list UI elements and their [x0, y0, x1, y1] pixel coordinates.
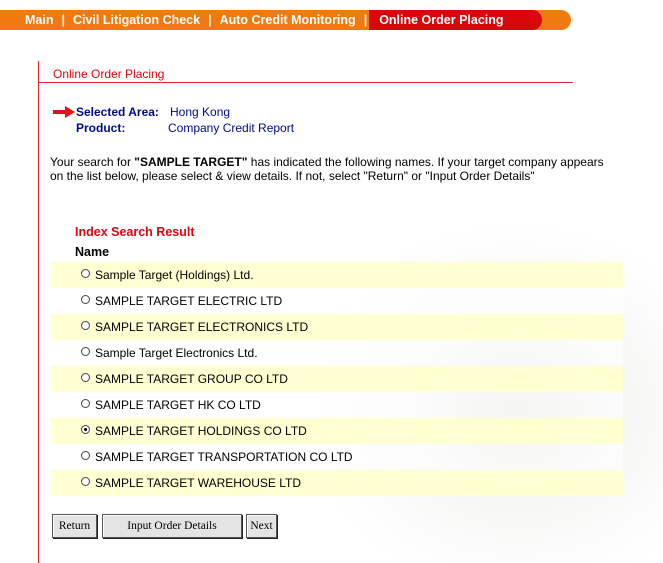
selected-area-value: Hong Kong	[170, 105, 231, 119]
result-name: Sample Target (Holdings) Ltd.	[95, 268, 254, 282]
intro-prefix: Your search for	[50, 155, 135, 169]
result-row[interactable]: Sample Target Electronics Ltd.	[51, 340, 623, 366]
nav-separator: |	[363, 13, 368, 27]
search-query: "SAMPLE TARGET"	[134, 155, 248, 169]
product-value: Company Credit Report	[168, 121, 295, 135]
nav-auto-credit-monitoring[interactable]: Auto Credit Monitoring	[212, 13, 364, 27]
section-title-rule	[38, 82, 573, 83]
result-name: SAMPLE TARGET GROUP CO LTD	[95, 372, 288, 386]
section-left-rule	[38, 61, 39, 563]
result-radio[interactable]	[81, 372, 90, 382]
results-list: Sample Target (Holdings) Ltd. SAMPLE TAR…	[51, 262, 623, 496]
result-row[interactable]: SAMPLE TARGET ELECTRIC LTD	[51, 288, 623, 314]
result-name: SAMPLE TARGET ELECTRIC LTD	[95, 294, 283, 308]
result-name: SAMPLE TARGET TRANSPORTATION CO LTD	[95, 450, 353, 464]
product-label: Product:	[76, 121, 126, 135]
next-button[interactable]: Next	[246, 514, 277, 538]
result-name: SAMPLE TARGET WAREHOUSE LTD	[95, 476, 302, 490]
nav-main[interactable]: Main	[0, 13, 61, 27]
result-name: SAMPLE TARGET HOLDINGS CO LTD	[95, 424, 307, 438]
result-row[interactable]: SAMPLE TARGET TRANSPORTATION CO LTD	[51, 444, 623, 470]
result-radio[interactable]	[81, 346, 90, 356]
result-radio[interactable]	[81, 294, 90, 304]
arrow-right-icon	[53, 106, 75, 118]
result-row[interactable]: SAMPLE TARGET GROUP CO LTD	[51, 366, 623, 392]
result-name: SAMPLE TARGET ELECTRONICS LTD	[95, 320, 309, 334]
input-order-details-button[interactable]: Input Order Details	[102, 514, 242, 538]
nav-civil-litigation-check[interactable]: Civil Litigation Check	[65, 13, 208, 27]
result-radio[interactable]	[81, 476, 90, 486]
result-row[interactable]: SAMPLE TARGET HK CO LTD	[51, 392, 623, 418]
return-button[interactable]: Return	[52, 514, 97, 538]
results-title: Index Search Result	[75, 225, 195, 239]
top-nav: Main | Civil Litigation Check | Auto Cre…	[0, 10, 571, 30]
selected-area-label: Selected Area:	[76, 105, 159, 119]
section-title: Online Order Placing	[53, 67, 165, 81]
name-column-header: Name	[75, 245, 110, 259]
result-radio[interactable]	[81, 398, 90, 408]
result-name: Sample Target Electronics Ltd.	[95, 346, 258, 360]
search-intro-text: Your search for "SAMPLE TARGET" has indi…	[50, 155, 610, 183]
result-row[interactable]: Sample Target (Holdings) Ltd.	[51, 262, 623, 288]
result-radio[interactable]	[81, 424, 90, 434]
result-radio[interactable]	[81, 450, 90, 460]
result-radio[interactable]	[81, 320, 90, 330]
result-radio[interactable]	[81, 268, 90, 278]
result-row[interactable]: SAMPLE TARGET HOLDINGS CO LTD	[51, 418, 623, 444]
result-row[interactable]: SAMPLE TARGET WAREHOUSE LTD	[51, 470, 623, 496]
result-name: SAMPLE TARGET HK CO LTD	[95, 398, 261, 412]
nav-online-order-placing[interactable]: Online Order Placing	[369, 10, 542, 30]
result-row[interactable]: SAMPLE TARGET ELECTRONICS LTD	[51, 314, 623, 340]
